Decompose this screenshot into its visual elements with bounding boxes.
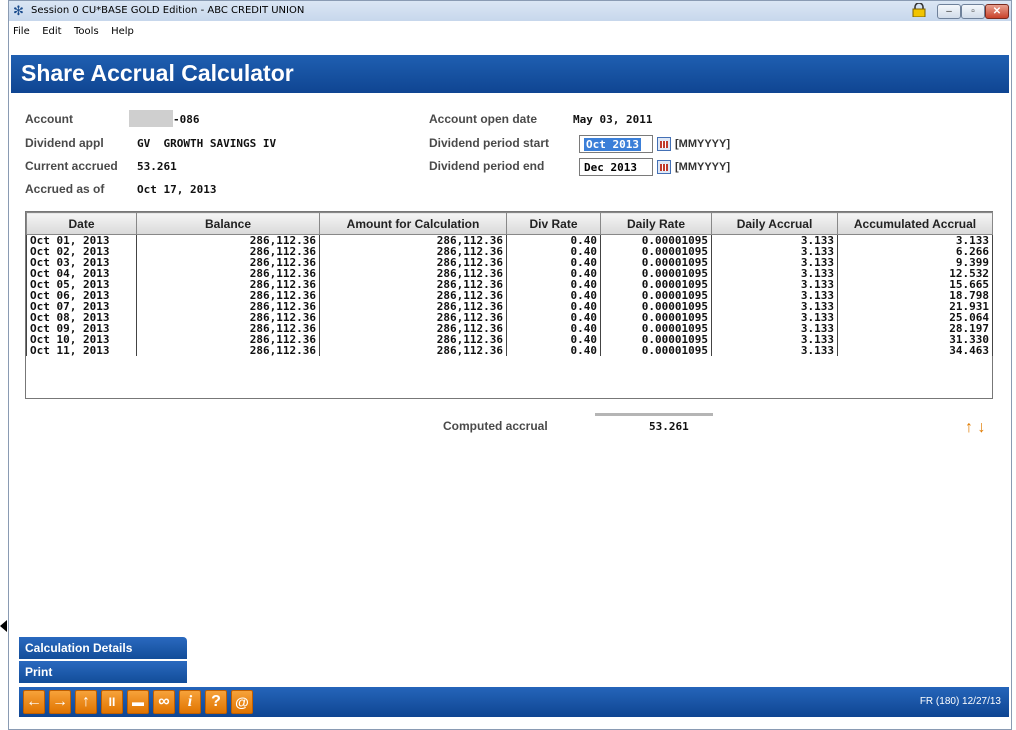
maximize-button[interactable]: ▫	[961, 4, 985, 19]
col-header-daily-rate[interactable]: Daily Rate	[600, 212, 712, 235]
back-icon[interactable]: ←	[23, 690, 45, 714]
dividend-appl-label: Dividend appl	[25, 136, 104, 150]
table-row[interactable]: Oct 05, 2013 286,112.36 286,112.36 0.40 0.00…	[26, 279, 993, 290]
col-header-accumulated[interactable]: Accumulated Accrual	[837, 212, 993, 235]
computed-accrual-label: Computed accrual	[443, 419, 548, 433]
account-label: Account	[25, 112, 73, 126]
period-end-format: [MMYYYY]	[675, 161, 730, 173]
col-header-daily-accrual[interactable]: Daily Accrual	[711, 212, 838, 235]
col-header-div-rate[interactable]: Div Rate	[506, 212, 601, 235]
period-start-format: [MMYYYY]	[675, 138, 730, 150]
help-icon[interactable]: ?	[205, 690, 227, 714]
accrual-table: Date Balance Amount for Calculation Div …	[25, 211, 993, 399]
footer-toolbar: ← → ↑ II ▬ ∞ i ? @ FR (180) 12/27/13	[19, 687, 1009, 717]
table-cell: 0.40	[506, 345, 601, 356]
menu-tools[interactable]: Tools	[74, 24, 99, 40]
open-date-label: Account open date	[429, 112, 538, 126]
table-row[interactable]: Oct 08, 2013 286,112.36 286,112.36 0.40 0.00…	[26, 312, 993, 323]
menu-file[interactable]: File	[13, 24, 30, 40]
table-cell: 0.00001095	[600, 345, 712, 356]
col-header-amount[interactable]: Amount for Calculation	[319, 212, 507, 235]
calculation-details-button[interactable]: Calculation Details	[19, 637, 187, 659]
account-value: -086	[173, 113, 200, 126]
link-icon[interactable]: ∞	[153, 690, 175, 714]
pause-icon[interactable]: II	[101, 690, 123, 714]
screen-code: FR (180) 12/27/13	[919, 696, 1001, 707]
table-cell: 286,112.36	[319, 345, 507, 356]
period-start-input[interactable]: Oct 2013	[579, 135, 653, 153]
current-accrued-value: 53.261	[137, 160, 177, 173]
table-body: Oct 01, 2013 286,112.36 286,112.36 0.40 0.00…	[26, 234, 993, 356]
dividend-appl-value: GV GROWTH SAVINGS IV	[137, 137, 277, 150]
table-cell: 286,112.36	[136, 345, 320, 356]
lock-icon	[912, 3, 926, 17]
scroll-arrows: ↑ ↓	[965, 419, 985, 437]
table-row[interactable]: Oct 11, 2013 286,112.36 286,112.36 0.40 0.00…	[26, 345, 993, 356]
table-row[interactable]: Oct 02, 2013 286,112.36 286,112.36 0.40 0.00…	[26, 246, 993, 257]
period-start-label: Dividend period start	[429, 136, 550, 150]
current-accrued-label: Current accrued	[25, 159, 118, 173]
forward-icon[interactable]: →	[49, 690, 71, 714]
period-end-value: Dec 2013	[584, 161, 637, 174]
period-end-input[interactable]: Dec 2013	[579, 158, 653, 176]
print-button[interactable]: Print	[19, 661, 187, 683]
table-row[interactable]: Oct 04, 2013 286,112.36 286,112.36 0.40 0.00…	[26, 268, 993, 279]
table-row[interactable]: Oct 07, 2013 286,112.36 286,112.36 0.40 0.00…	[26, 301, 993, 312]
page-edge-marker	[0, 620, 7, 632]
table-row[interactable]: Oct 10, 2013 286,112.36 286,112.36 0.40 0.00…	[26, 334, 993, 345]
table-row[interactable]: Oct 03, 2013 286,112.36 286,112.36 0.40 0.00…	[26, 257, 993, 268]
table-header-row: Date Balance Amount for Calculation Div …	[26, 212, 993, 235]
scroll-up-icon[interactable]: ↑	[965, 419, 973, 436]
computed-accrual-value: 53.261	[649, 420, 689, 433]
period-end-label: Dividend period end	[429, 159, 545, 173]
menu-help[interactable]: Help	[111, 24, 134, 40]
printer-icon[interactable]: ▬	[127, 690, 149, 714]
app-window: ✻ Session 0 CU*BASE GOLD Edition - ABC C…	[8, 0, 1012, 730]
table-row[interactable]: Oct 09, 2013 286,112.36 286,112.36 0.40 0.00…	[26, 323, 993, 334]
page-header: Share Accrual Calculator	[11, 55, 1009, 93]
account-mask	[129, 110, 173, 127]
scroll-down-icon[interactable]: ↓	[977, 419, 985, 436]
page-title: Share Accrual Calculator	[21, 60, 294, 86]
accrued-as-of-label: Accrued as of	[25, 182, 105, 196]
close-button[interactable]: ✕	[985, 4, 1009, 19]
calendar-icon[interactable]	[657, 160, 671, 174]
computed-accrual-rule	[595, 413, 713, 416]
up-icon[interactable]: ↑	[75, 690, 97, 714]
accrued-as-of-value: Oct 17, 2013	[137, 183, 217, 196]
table-row[interactable]: Oct 01, 2013 286,112.36 286,112.36 0.40 0.00…	[26, 234, 993, 246]
menu-edit[interactable]: Edit	[42, 24, 61, 40]
at-icon[interactable]: @	[231, 690, 253, 714]
period-start-value: Oct 2013	[584, 138, 641, 151]
calendar-icon[interactable]	[657, 137, 671, 151]
open-date-value: May 03, 2011	[573, 113, 653, 126]
col-header-balance[interactable]: Balance	[136, 212, 320, 235]
menu-bar: File Edit Tools Help	[9, 21, 1011, 37]
table-cell: Oct 11, 2013	[26, 345, 137, 356]
table-cell: 34.463	[837, 345, 993, 356]
minimize-button[interactable]: –	[937, 4, 961, 19]
window-title: Session 0 CU*BASE GOLD Edition - ABC CRE…	[31, 5, 305, 16]
table-row[interactable]: Oct 06, 2013 286,112.36 286,112.36 0.40 0.00…	[26, 290, 993, 301]
title-bar: ✻ Session 0 CU*BASE GOLD Edition - ABC C…	[9, 1, 1011, 21]
table-cell: 3.133	[711, 345, 838, 356]
info-icon[interactable]: i	[179, 690, 201, 714]
col-header-date[interactable]: Date	[26, 212, 137, 235]
app-icon: ✻	[13, 3, 24, 18]
